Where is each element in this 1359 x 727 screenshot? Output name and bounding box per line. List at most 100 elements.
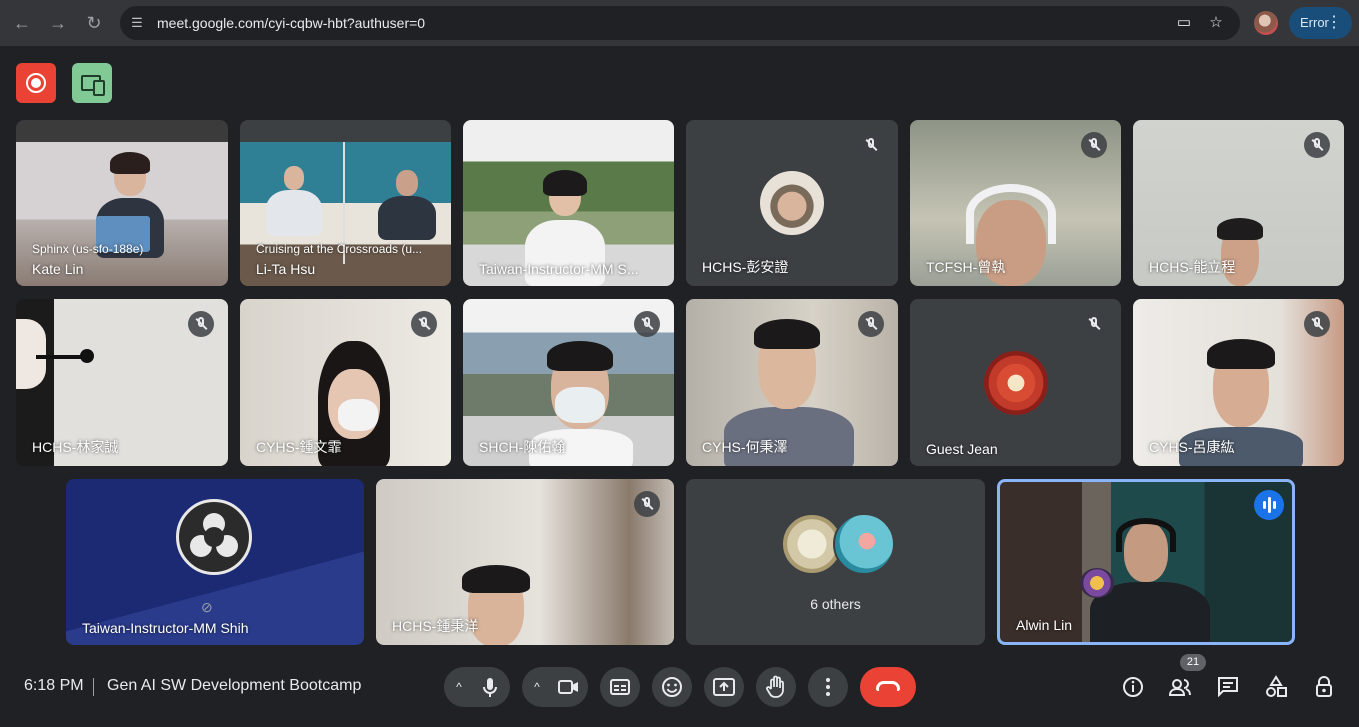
mic-off-icon	[188, 311, 214, 337]
video-tile[interactable]: HCHS-能立程	[1133, 120, 1344, 286]
video-tile[interactable]: Guest Jean	[910, 299, 1121, 466]
participant-name: CYHS-何秉澤	[702, 439, 788, 455]
sound-bar	[1268, 497, 1271, 513]
browser-toolbar: ← → ↻ ☰ meet.google.com/cyi-cqbw-hbt?aut…	[0, 0, 1359, 46]
participant-count-badge: 21	[1180, 654, 1206, 671]
video-tile[interactable]: Cruising at the Crossroads (u... Li-Ta H…	[240, 120, 451, 286]
menu-dots-icon: ⋮	[1326, 14, 1342, 31]
tile-subtitle: Sphinx (us-sfo-188e)	[32, 242, 144, 256]
mic-off-icon	[411, 311, 437, 337]
mic-off-icon	[1081, 132, 1107, 158]
more-options-button[interactable]	[808, 667, 848, 707]
hair-shape	[547, 341, 613, 371]
video-tile[interactable]: HCHS-林家誠	[16, 299, 228, 466]
error-label: Error	[1300, 15, 1329, 30]
info-icon	[1123, 677, 1143, 697]
meeting-time: 6:18 PM	[24, 677, 84, 694]
microphone-button[interactable]	[470, 667, 510, 707]
participant-name: Taiwan-Instructor-MM S...	[479, 261, 639, 277]
chat-button[interactable]	[1215, 674, 1241, 700]
camera-in-use-icon[interactable]: ▭	[1174, 13, 1194, 33]
captions-icon	[610, 679, 630, 695]
address-bar[interactable]: ☰ meet.google.com/cyi-cqbw-hbt?authuser=…	[120, 6, 1240, 40]
participant-name: Kate Lin	[32, 261, 84, 277]
body-shape	[266, 190, 322, 236]
participant-name: CYHS-呂康紘	[1149, 439, 1235, 455]
video-tile[interactable]: HCHS-鍾秉洋	[376, 479, 674, 645]
mic-off-icon	[634, 491, 660, 517]
video-tile[interactable]: SHCH-陳佑翰	[463, 299, 674, 466]
record-dot	[31, 78, 41, 88]
video-tile[interactable]: CYHS-鍾文霏	[240, 299, 451, 466]
participant-name: HCHS-能立程	[1149, 259, 1236, 275]
present-screen-button[interactable]	[704, 667, 744, 707]
participant-name: HCHS-鍾秉洋	[392, 618, 479, 634]
video-tile-speaking[interactable]: Alwin Lin	[997, 479, 1295, 645]
participant-video	[284, 166, 304, 190]
tile-subtitle: Cruising at the Crossroads (u...	[256, 242, 423, 256]
headphones-shape	[1116, 518, 1176, 552]
host-controls-lock-icon	[1316, 676, 1332, 697]
reactions-button[interactable]	[652, 667, 692, 707]
meeting-details-button[interactable]	[1120, 674, 1146, 700]
speaking-indicator-icon	[1254, 490, 1284, 520]
hair-shape	[754, 319, 820, 349]
mask-shape	[338, 399, 378, 431]
video-tile[interactable]: TCFSH-曾執	[910, 120, 1121, 286]
participant-avatar	[760, 171, 824, 235]
camera-icon	[558, 680, 578, 694]
video-tile[interactable]: Sphinx (us-sfo-188e) Kate Lin	[16, 120, 228, 286]
more-vert-icon	[826, 678, 830, 696]
participant-name: SHCH-陳佑翰	[479, 439, 566, 455]
host-controls-button[interactable]	[1311, 674, 1337, 700]
companion-mode-button[interactable]	[72, 63, 112, 103]
participant-name: CYHS-鍾文霏	[256, 439, 342, 455]
camera-button[interactable]	[548, 667, 588, 707]
obs-logo-icon	[176, 499, 252, 575]
reload-icon[interactable]: ↻	[79, 8, 109, 38]
forward-icon[interactable]: →	[43, 8, 73, 38]
activities-shapes-icon	[1266, 675, 1287, 697]
error-button[interactable]: Error ⋮	[1289, 7, 1352, 39]
mic-off-icon	[634, 311, 660, 337]
captions-button[interactable]	[600, 667, 640, 707]
url-text[interactable]: meet.google.com/cyi-cqbw-hbt?authuser=0	[157, 15, 425, 31]
video-tile[interactable]: Taiwan-Instructor-MM S...	[463, 120, 674, 286]
audio-control-group: ^	[444, 667, 510, 707]
video-tile[interactable]: HCHS-彭安證	[686, 120, 898, 286]
people-icon	[1168, 679, 1191, 696]
video-tile[interactable]: CYHS-何秉澤	[686, 299, 898, 466]
leave-call-button[interactable]	[860, 667, 916, 707]
participant-name: HCHS-林家誠	[32, 439, 119, 455]
participant-video	[16, 319, 46, 389]
mic-head-shape	[80, 349, 94, 363]
site-settings-icon[interactable]: ☰	[128, 14, 146, 32]
hang-up-icon	[876, 681, 900, 691]
video-control-group: ^	[522, 667, 588, 707]
video-tile[interactable]: ⊘ Taiwan-Instructor-MM Shih	[66, 479, 364, 645]
participant-name: Li-Ta Hsu	[256, 261, 316, 277]
video-tile[interactable]: CYHS-呂康紘	[1133, 299, 1344, 466]
raise-hand-button[interactable]	[756, 667, 796, 707]
people-button[interactable]	[1167, 674, 1193, 700]
microphone-icon	[483, 678, 497, 697]
bookmark-star-icon[interactable]: ☆	[1206, 13, 1226, 33]
chat-icon	[1218, 677, 1238, 698]
profile-avatar-icon[interactable]	[1254, 11, 1278, 35]
participant-name: HCHS-彭安證	[702, 259, 789, 275]
hand-icon	[766, 675, 784, 698]
mic-off-icon	[1081, 311, 1107, 337]
recording-button[interactable]	[16, 63, 56, 103]
headphones-shape	[966, 184, 1056, 244]
body-shape	[378, 196, 436, 240]
sound-bar	[1263, 501, 1266, 509]
activities-button[interactable]	[1263, 674, 1289, 700]
others-tile[interactable]: 6 others	[686, 479, 985, 645]
meeting-title: Gen AI SW Development Bootcamp	[107, 677, 362, 694]
phone-shape	[93, 80, 105, 96]
others-count: 6 others	[810, 596, 861, 612]
mask-shape	[555, 387, 605, 423]
back-icon[interactable]: ←	[7, 8, 37, 38]
mic-off-icon	[858, 132, 884, 158]
hair-shape	[1217, 218, 1263, 240]
